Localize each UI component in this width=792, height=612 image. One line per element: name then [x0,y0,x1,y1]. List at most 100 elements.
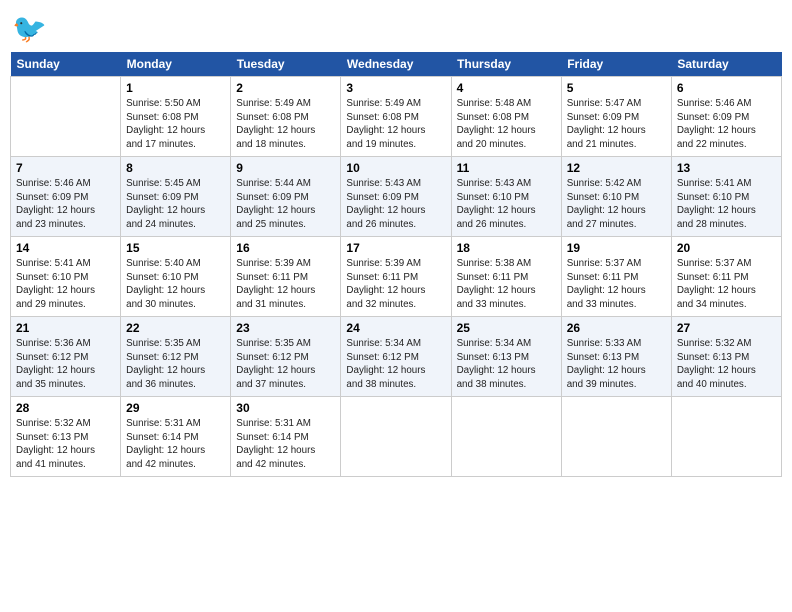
weekday-header-sunday: Sunday [11,52,121,77]
day-info: Sunrise: 5:39 AM Sunset: 6:11 PM Dayligh… [346,257,445,312]
calendar-cell: 19 Sunrise: 5:37 AM Sunset: 6:11 PM Dayli… [561,237,671,317]
calendar-cell: 22 Sunrise: 5:35 AM Sunset: 6:12 PM Dayli… [121,317,231,397]
calendar-cell: 3 Sunrise: 5:49 AM Sunset: 6:08 PM Daylig… [341,77,451,157]
calendar-week-row: 14Sunrise: 5:41 AM Sunset: 6:10 PM Dayli… [11,237,782,317]
day-info: Sunrise: 5:32 AM Sunset: 6:13 PM Dayligh… [16,417,115,472]
day-number: 12 [567,161,666,175]
calendar-week-row: 28 Sunrise: 5:32 AM Sunset: 6:13 PM Dayli… [11,397,782,477]
day-info: Sunrise: 5:38 AM Sunset: 6:11 PM Dayligh… [457,257,556,312]
day-number: 8 [126,161,225,175]
day-number: 4 [457,81,556,95]
calendar-week-row: 21 Sunrise: 5:36 AM Sunset: 6:12 PM Dayli… [11,317,782,397]
weekday-header-saturday: Saturday [671,52,781,77]
calendar-cell: 18 Sunrise: 5:38 AM Sunset: 6:11 PM Dayli… [451,237,561,317]
day-number: 30 [236,401,335,415]
day-number: 28 [16,401,115,415]
calendar-body: 1 Sunrise: 5:50 AM Sunset: 6:08 PM Daylig… [11,77,782,477]
day-number: 27 [677,321,776,335]
calendar-cell: 27 Sunrise: 5:32 AM Sunset: 6:13 PM Dayli… [671,317,781,397]
calendar-cell [11,77,121,157]
day-number: 18 [457,241,556,255]
calendar-week-row: 1 Sunrise: 5:50 AM Sunset: 6:08 PM Daylig… [11,77,782,157]
day-number: 1 [126,81,225,95]
day-info: Sunrise: 5:37 AM Sunset: 6:11 PM Dayligh… [567,257,666,312]
day-info: Sunrise: 5:35 AM Sunset: 6:12 PM Dayligh… [236,337,335,392]
calendar-cell: 24 Sunrise: 5:34 AM Sunset: 6:12 PM Dayli… [341,317,451,397]
calendar-table: SundayMondayTuesdayWednesdayThursdayFrid… [10,52,782,477]
day-info: Sunrise: 5:41 AM Sunset: 6:10 PM Dayligh… [677,177,776,232]
day-info: Sunrise: 5:31 AM Sunset: 6:14 PM Dayligh… [236,417,335,472]
calendar-cell [341,397,451,477]
calendar-cell: 1 Sunrise: 5:50 AM Sunset: 6:08 PM Daylig… [121,77,231,157]
calendar-cell: 14Sunrise: 5:41 AM Sunset: 6:10 PM Dayli… [11,237,121,317]
calendar-cell: 7 Sunrise: 5:46 AM Sunset: 6:09 PM Daylig… [11,157,121,237]
weekday-header-monday: Monday [121,52,231,77]
day-number: 26 [567,321,666,335]
day-info: Sunrise: 5:40 AM Sunset: 6:10 PM Dayligh… [126,257,225,312]
day-number: 21 [16,321,115,335]
day-number: 19 [567,241,666,255]
calendar-cell: 20 Sunrise: 5:37 AM Sunset: 6:11 PM Dayli… [671,237,781,317]
calendar-cell: 12 Sunrise: 5:42 AM Sunset: 6:10 PM Dayli… [561,157,671,237]
calendar-cell: 5 Sunrise: 5:47 AM Sunset: 6:09 PM Daylig… [561,77,671,157]
calendar-cell: 10Sunrise: 5:43 AM Sunset: 6:09 PM Dayli… [341,157,451,237]
calendar-cell: 25 Sunrise: 5:34 AM Sunset: 6:13 PM Dayli… [451,317,561,397]
calendar-cell: 8 Sunrise: 5:45 AM Sunset: 6:09 PM Daylig… [121,157,231,237]
calendar-cell: 2 Sunrise: 5:49 AM Sunset: 6:08 PM Daylig… [231,77,341,157]
calendar-cell [671,397,781,477]
day-number: 25 [457,321,556,335]
day-number: 22 [126,321,225,335]
day-number: 29 [126,401,225,415]
calendar-cell: 16 Sunrise: 5:39 AM Sunset: 6:11 PM Dayli… [231,237,341,317]
day-info: Sunrise: 5:46 AM Sunset: 6:09 PM Dayligh… [16,177,115,232]
logo-icon: 🐦 [10,10,46,46]
day-number: 11 [457,161,556,175]
calendar-week-row: 7 Sunrise: 5:46 AM Sunset: 6:09 PM Daylig… [11,157,782,237]
day-number: 9 [236,161,335,175]
weekday-header-thursday: Thursday [451,52,561,77]
day-info: Sunrise: 5:34 AM Sunset: 6:12 PM Dayligh… [346,337,445,392]
calendar-cell: 17Sunrise: 5:39 AM Sunset: 6:11 PM Dayli… [341,237,451,317]
calendar-cell: 30 Sunrise: 5:31 AM Sunset: 6:14 PM Dayli… [231,397,341,477]
day-number: 23 [236,321,335,335]
day-info: Sunrise: 5:47 AM Sunset: 6:09 PM Dayligh… [567,97,666,152]
calendar-cell: 4 Sunrise: 5:48 AM Sunset: 6:08 PM Daylig… [451,77,561,157]
day-number: 10 [346,161,445,175]
day-number: 24 [346,321,445,335]
day-info: Sunrise: 5:39 AM Sunset: 6:11 PM Dayligh… [236,257,335,312]
day-info: Sunrise: 5:48 AM Sunset: 6:08 PM Dayligh… [457,97,556,152]
day-number: 20 [677,241,776,255]
calendar-cell: 6 Sunrise: 5:46 AM Sunset: 6:09 PM Daylig… [671,77,781,157]
calendar-cell: 13 Sunrise: 5:41 AM Sunset: 6:10 PM Dayli… [671,157,781,237]
day-info: Sunrise: 5:49 AM Sunset: 6:08 PM Dayligh… [236,97,335,152]
day-info: Sunrise: 5:33 AM Sunset: 6:13 PM Dayligh… [567,337,666,392]
calendar-cell: 9 Sunrise: 5:44 AM Sunset: 6:09 PM Daylig… [231,157,341,237]
day-number: 14 [16,241,115,255]
day-info: Sunrise: 5:34 AM Sunset: 6:13 PM Dayligh… [457,337,556,392]
day-number: 7 [16,161,115,175]
day-info: Sunrise: 5:50 AM Sunset: 6:08 PM Dayligh… [126,97,225,152]
logo: 🐦 [10,10,50,46]
day-number: 13 [677,161,776,175]
day-number: 6 [677,81,776,95]
day-info: Sunrise: 5:37 AM Sunset: 6:11 PM Dayligh… [677,257,776,312]
day-info: Sunrise: 5:43 AM Sunset: 6:10 PM Dayligh… [457,177,556,232]
day-number: 2 [236,81,335,95]
page-header: 🐦 [10,10,782,46]
day-info: Sunrise: 5:42 AM Sunset: 6:10 PM Dayligh… [567,177,666,232]
calendar-cell: 23 Sunrise: 5:35 AM Sunset: 6:12 PM Dayli… [231,317,341,397]
day-info: Sunrise: 5:49 AM Sunset: 6:08 PM Dayligh… [346,97,445,152]
day-info: Sunrise: 5:31 AM Sunset: 6:14 PM Dayligh… [126,417,225,472]
day-number: 3 [346,81,445,95]
day-info: Sunrise: 5:32 AM Sunset: 6:13 PM Dayligh… [677,337,776,392]
day-info: Sunrise: 5:35 AM Sunset: 6:12 PM Dayligh… [126,337,225,392]
day-number: 15 [126,241,225,255]
day-number: 16 [236,241,335,255]
day-number: 5 [567,81,666,95]
day-info: Sunrise: 5:46 AM Sunset: 6:09 PM Dayligh… [677,97,776,152]
day-info: Sunrise: 5:44 AM Sunset: 6:09 PM Dayligh… [236,177,335,232]
day-info: Sunrise: 5:45 AM Sunset: 6:09 PM Dayligh… [126,177,225,232]
calendar-cell: 29 Sunrise: 5:31 AM Sunset: 6:14 PM Dayli… [121,397,231,477]
calendar-cell: 26 Sunrise: 5:33 AM Sunset: 6:13 PM Dayli… [561,317,671,397]
day-info: Sunrise: 5:36 AM Sunset: 6:12 PM Dayligh… [16,337,115,392]
